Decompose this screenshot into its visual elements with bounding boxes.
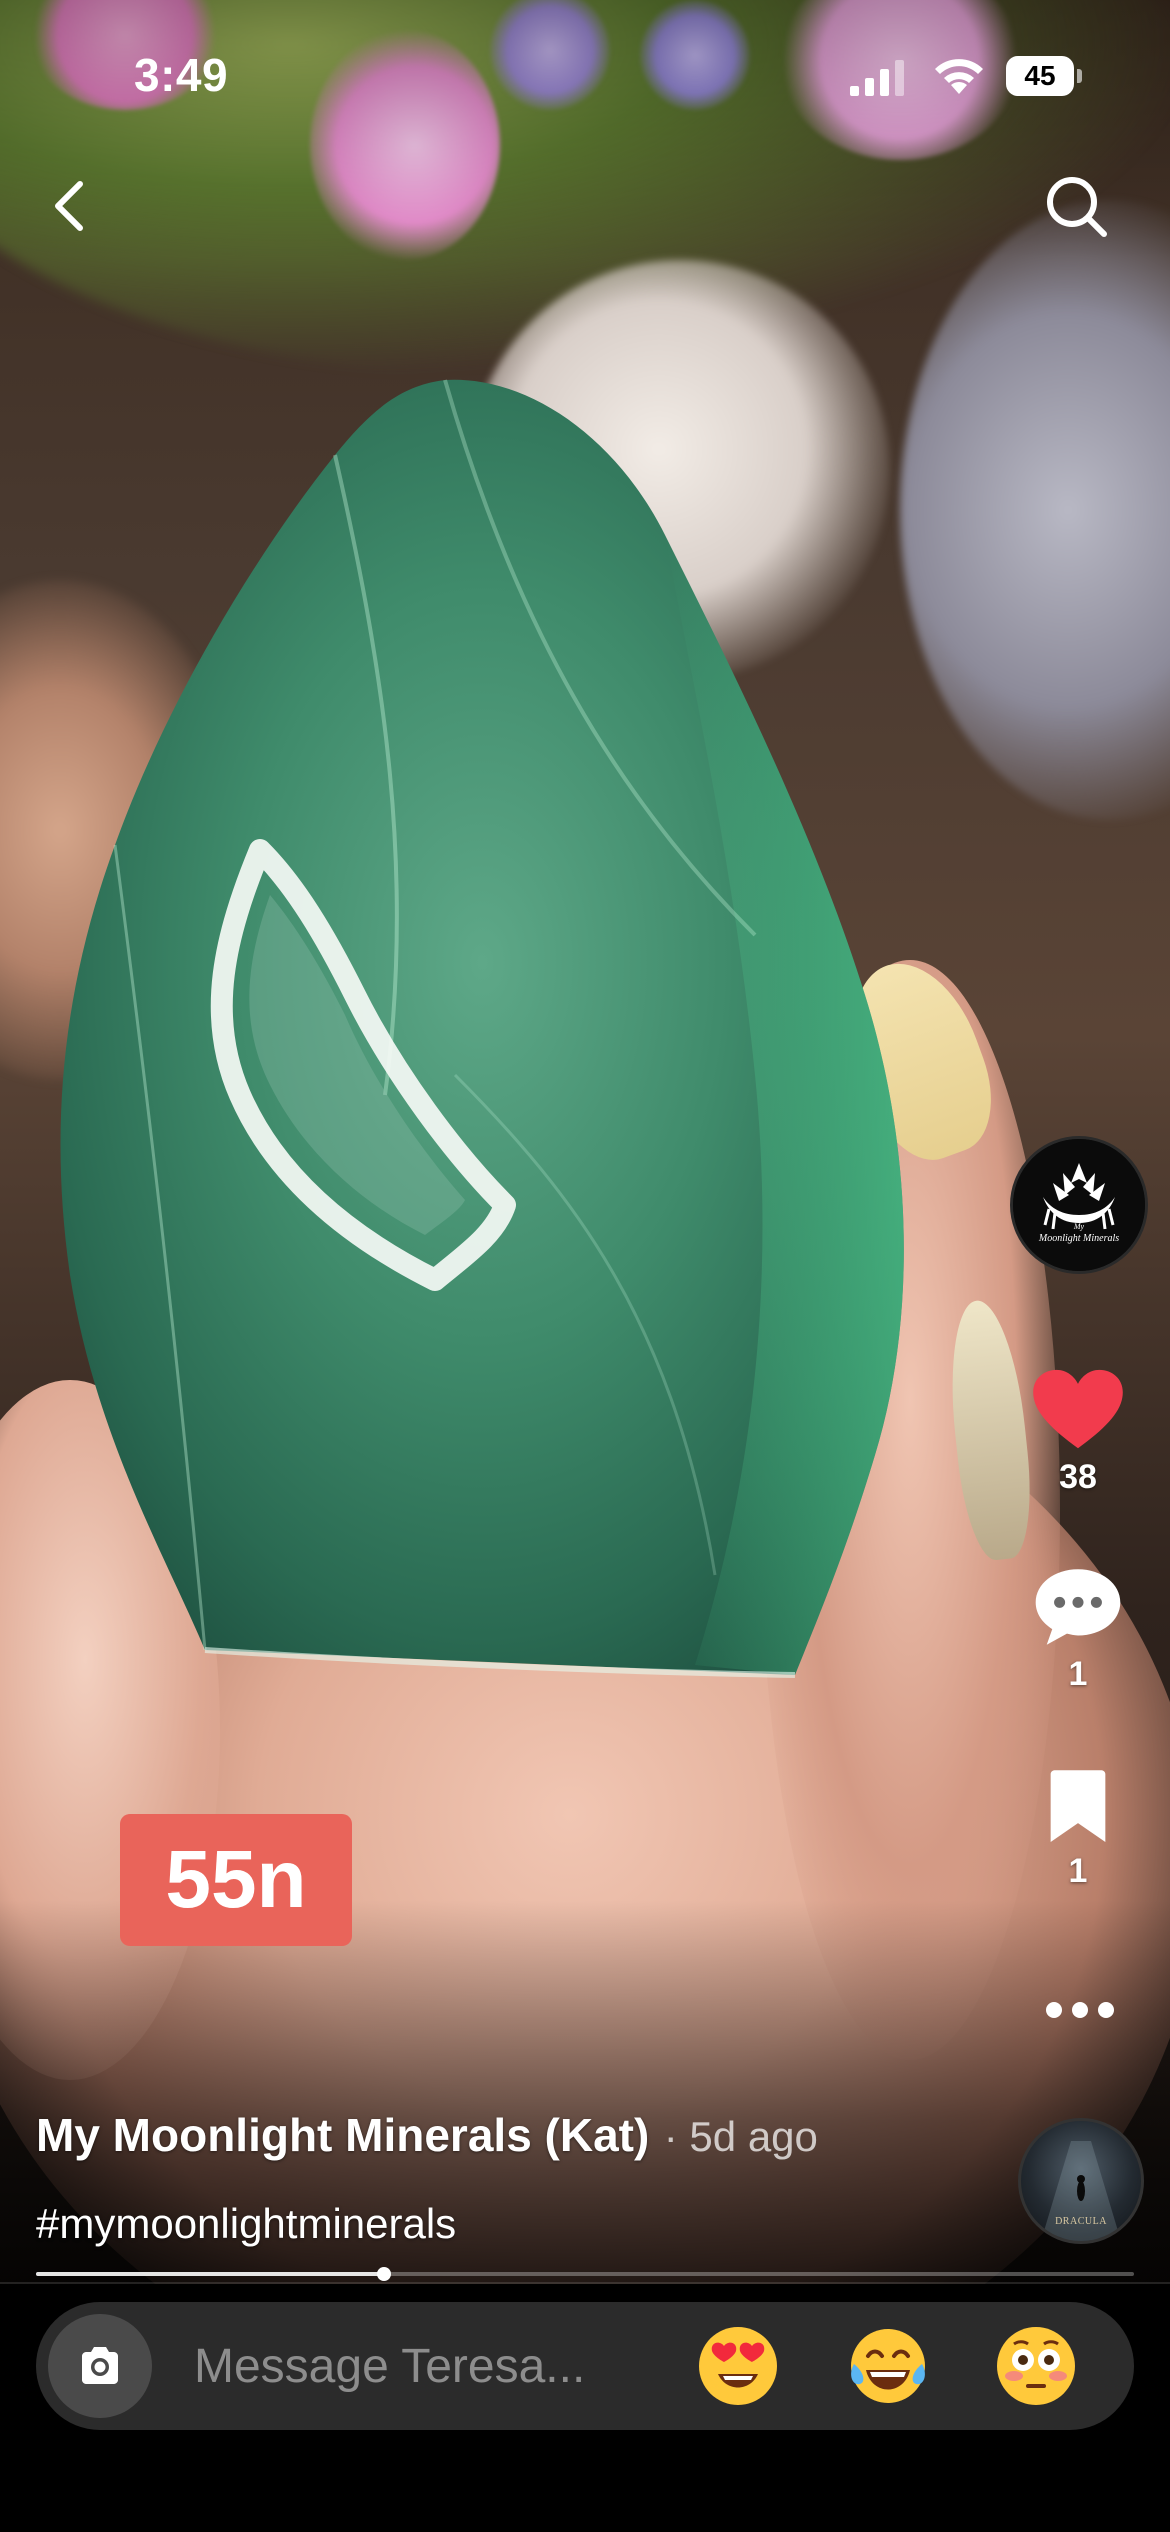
- message-bar: [36, 2302, 1134, 2430]
- video-progress-bar[interactable]: [36, 2267, 1134, 2281]
- comment-button[interactable]: 1: [1008, 1565, 1148, 1694]
- camera-icon: [82, 2347, 118, 2384]
- video-progress-fill: [36, 2272, 385, 2276]
- status-bar: 3:49 45: [0, 0, 1170, 150]
- battery-cap: [1077, 69, 1082, 83]
- save-button[interactable]: 1: [1008, 1770, 1148, 1891]
- cellular-signal-icon: [850, 60, 904, 96]
- battery-level: 45: [1006, 56, 1074, 96]
- ellipsis-icon: [1046, 2002, 1114, 2018]
- avatar-logo-text: My: [1073, 1222, 1085, 1231]
- sound-disc-label: DRACULA: [1055, 2216, 1107, 2227]
- video-frame[interactable]: [0, 0, 1170, 2300]
- like-count: 38: [1059, 1458, 1097, 1496]
- video-progress-knob[interactable]: [377, 2267, 392, 2281]
- heart-icon: [1033, 1369, 1123, 1449]
- fluorite-crystal: [55, 375, 925, 1685]
- status-time: 3:49: [134, 49, 229, 101]
- fluorite-crystal-graphic: [60, 379, 904, 1678]
- back-button[interactable]: [36, 170, 106, 240]
- more-options-button[interactable]: [1040, 1985, 1120, 2035]
- wifi-icon: [935, 59, 983, 94]
- flushed-face-emoji-icon: [997, 2327, 1075, 2405]
- comment-count: 1: [1068, 1655, 1088, 1693]
- hashtag-link[interactable]: #mymoonlightminerals: [36, 2200, 996, 2248]
- save-count: 1: [1068, 1852, 1088, 1890]
- battery-icon: 45: [1006, 56, 1082, 96]
- sound-disc[interactable]: DRACULA: [1018, 2118, 1144, 2244]
- post-caption: My Moonlight Minerals (Kat) · 5d ago #my…: [36, 2108, 996, 2248]
- flushed-face-emoji-button[interactable]: [994, 2324, 1078, 2408]
- author-line: My Moonlight Minerals (Kat) · 5d ago: [36, 2108, 996, 2162]
- video-screen[interactable]: 3:49 45 My Moonlight Minerals 38 1 1 DRA…: [0, 0, 1170, 2532]
- heart-eyes-emoji-icon: [699, 2327, 777, 2405]
- search-button[interactable]: [1040, 170, 1114, 244]
- post-timestamp: · 5d ago: [663, 2113, 818, 2160]
- like-button[interactable]: 38: [1008, 1368, 1148, 1497]
- author-name[interactable]: My Moonlight Minerals (Kat): [36, 2109, 649, 2161]
- tears-of-joy-emoji-icon: [851, 2329, 925, 2403]
- search-icon: [1047, 177, 1107, 237]
- camera-button[interactable]: [48, 2314, 152, 2418]
- chevron-left-icon: [55, 181, 83, 231]
- message-input[interactable]: [194, 2326, 614, 2406]
- text-sticker: 55n: [120, 1814, 352, 1946]
- moonlight-minerals-logo: My Moonlight Minerals: [1013, 1139, 1145, 1271]
- heart-eyes-emoji-button[interactable]: [696, 2324, 780, 2408]
- avatar-logo-text: Moonlight Minerals: [1038, 1233, 1119, 1244]
- bookmark-icon: [1050, 1770, 1106, 1842]
- comment-bubble-icon: [1035, 1569, 1121, 1645]
- tears-of-joy-emoji-button[interactable]: [846, 2324, 930, 2408]
- creator-avatar[interactable]: My Moonlight Minerals: [1010, 1136, 1148, 1274]
